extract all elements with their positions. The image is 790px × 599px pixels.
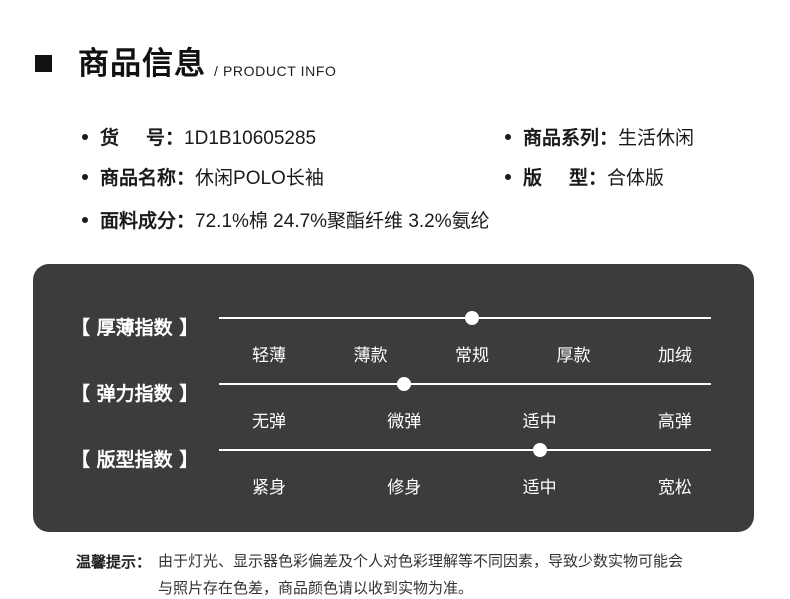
bullet-icon [82, 173, 88, 180]
bullet-icon [82, 216, 88, 223]
name-value: 休闲POLO长袖 [195, 168, 324, 189]
note-line-2: 与照片存在色差，商品颜色请以收到实物为准。 [158, 579, 474, 597]
fit-value: 合体版 [607, 168, 665, 189]
note-line-1: 由于灯光、显示器色彩偏差及个人对色彩理解等不同因素，导致少数实物可能会 [158, 552, 684, 570]
info-series: 商品系列：生活休闲 [505, 124, 694, 153]
index-marker-icon [532, 443, 547, 457]
fabric-value: 72.1%棉 24.7%聚酯纤维 3.2%氨纶 [195, 211, 490, 232]
index-marker-icon [465, 311, 479, 325]
stretch-index-label: 【 弹力指数 】 [71, 383, 199, 405]
fit-index-label: 【 版型指数 】 [71, 449, 199, 471]
index-option: 适中 [522, 412, 557, 432]
info-fabric: 面料成分：72.1%棉 24.7%聚酯纤维 3.2%氨纶 [82, 207, 490, 236]
index-scale-line [219, 449, 711, 451]
item-no-value: 1D1B10605285 [184, 128, 317, 149]
info-fit: 版型：合体版 [505, 164, 664, 193]
page-title: 商品信息 [78, 46, 206, 82]
index-option: 薄款 [353, 346, 388, 366]
index-marker-icon [397, 377, 412, 391]
bullet-icon [505, 133, 511, 140]
index-option: 宽松 [657, 478, 692, 498]
info-item-no: 货号：1D1B10605285 [82, 124, 316, 153]
index-option: 紧身 [252, 478, 286, 498]
bullet-icon [82, 133, 88, 140]
index-option: 修身 [387, 478, 422, 498]
info-name: 商品名称：休闲POLO长袖 [82, 164, 324, 193]
index-panel: 【 厚薄指数 】 轻薄 薄款 常规 厚款 加绒 【 弹力指数 】 无弹 微弹 适中 高弹 【 … [33, 264, 754, 532]
index-option: 无弹 [252, 412, 286, 432]
bullet-icon [505, 173, 511, 180]
index-scale-line [219, 383, 711, 385]
note-label: 温馨提示： [76, 553, 152, 571]
index-option: 加绒 [658, 346, 692, 366]
index-option: 轻薄 [252, 346, 286, 366]
index-option: 常规 [455, 346, 489, 366]
index-option: 适中 [522, 478, 557, 498]
index-option: 高弹 [657, 412, 692, 432]
thickness-index-label: 【 厚薄指数 】 [71, 317, 199, 339]
page-subtitle: / PRODUCT INFO [214, 63, 337, 79]
title-square-icon [35, 55, 52, 72]
index-option: 厚款 [556, 346, 591, 366]
index-option: 微弹 [387, 412, 422, 432]
series-value: 生活休闲 [618, 128, 695, 149]
